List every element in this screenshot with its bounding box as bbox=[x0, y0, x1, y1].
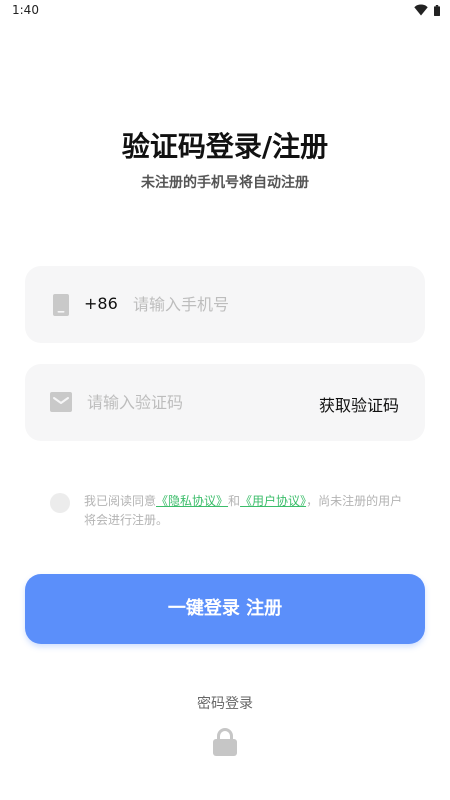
agreement-and: 和 bbox=[228, 494, 241, 508]
agree-checkbox[interactable] bbox=[50, 493, 70, 513]
battery-icon bbox=[434, 4, 440, 16]
password-login-lock-button[interactable] bbox=[212, 727, 238, 757]
password-login-link[interactable]: 密码登录 bbox=[0, 693, 450, 713]
country-code[interactable]: +86 bbox=[84, 294, 118, 313]
status-icons bbox=[414, 4, 440, 16]
phone-field[interactable]: +86 bbox=[25, 266, 425, 343]
code-input[interactable] bbox=[87, 391, 287, 413]
get-code-button[interactable]: 获取验证码 bbox=[319, 392, 399, 416]
page-subtitle: 未注册的手机号将自动注册 bbox=[141, 175, 309, 191]
wifi-icon bbox=[414, 4, 428, 16]
status-time: 1:40 bbox=[12, 3, 39, 17]
agreement-text: 我已阅读同意《隐私协议》和《用户协议》，尚未注册的用户将会进行注册。 bbox=[84, 492, 404, 530]
page-title: 验证码登录/注册 bbox=[121, 130, 329, 163]
status-bar: 1:40 bbox=[0, 0, 450, 22]
code-field[interactable]: 获取验证码 bbox=[25, 364, 425, 441]
mail-icon bbox=[50, 392, 72, 412]
user-agreement-link[interactable]: 《用户协议》 bbox=[240, 494, 306, 508]
lock-icon bbox=[213, 728, 237, 756]
agreement-prefix: 我已阅读同意 bbox=[84, 494, 157, 508]
one-click-login-button[interactable]: 一键登录 注册 bbox=[25, 574, 425, 644]
phone-icon bbox=[53, 294, 69, 316]
phone-input[interactable] bbox=[133, 293, 393, 315]
privacy-policy-link[interactable]: 《隐私协议》 bbox=[156, 494, 228, 508]
